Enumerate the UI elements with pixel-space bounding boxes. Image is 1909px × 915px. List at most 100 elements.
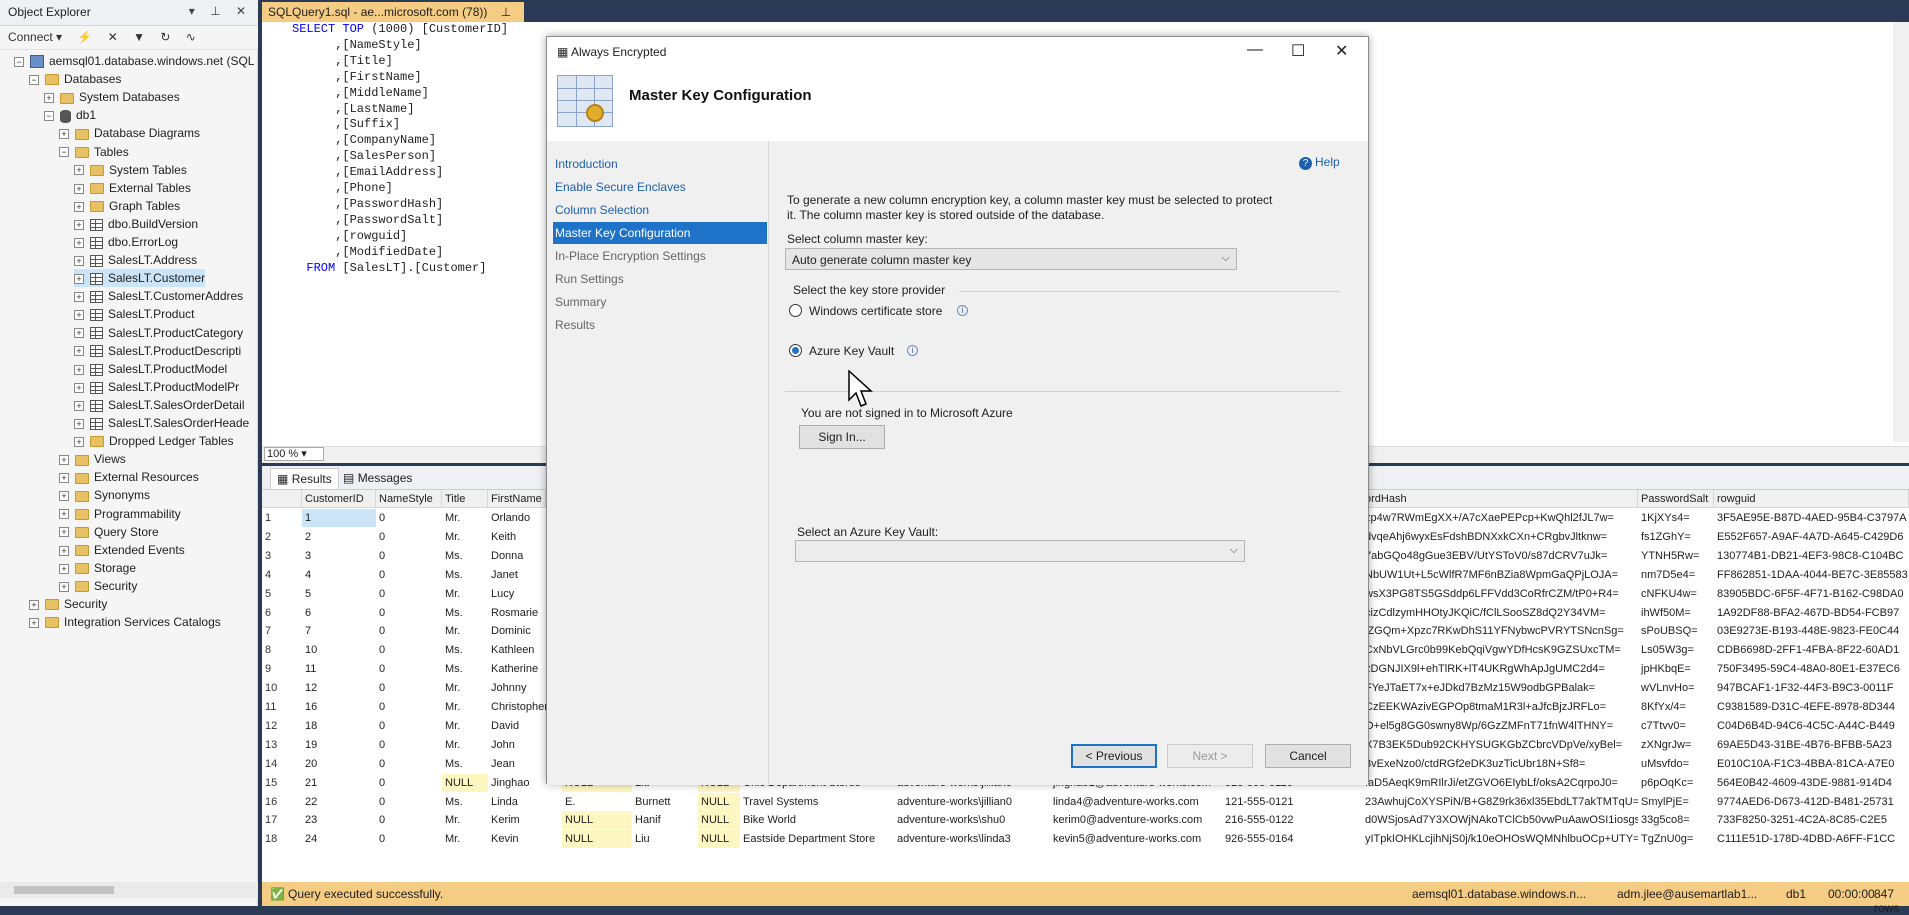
disconnect-icon[interactable]: ✕ xyxy=(108,30,118,44)
grid-cell[interactable]: 0 xyxy=(376,547,442,565)
grid-cell[interactable]: adventure-works\shu0 xyxy=(894,811,1050,829)
grid-cell[interactable]: CzEEKWAzivEGPOp8tmaM1R3l+aJfcBjzJRFLo= xyxy=(1362,698,1638,716)
grid-cell[interactable]: 20 xyxy=(302,755,376,773)
grid-cell[interactable]: 6 xyxy=(302,604,376,622)
grid-cell[interactable]: Travel Systems xyxy=(740,793,894,811)
grid-cell[interactable]: zDGNJIX9l+ehTlRK+lT4UKRgWhApJgUMC2d4= xyxy=(1362,660,1638,678)
info-icon[interactable]: i xyxy=(957,305,968,316)
grid-cell[interactable]: Mr. xyxy=(442,622,488,640)
tree-item[interactable]: + External Tables xyxy=(74,179,191,197)
azure-key-vault-select[interactable]: ⌵ xyxy=(795,540,1245,562)
row-number[interactable]: 5 xyxy=(262,584,302,603)
grid-cell[interactable]: dvqeAhj6wyxEsFdshBDNXxkCXn+CRgbvJltknw= xyxy=(1362,528,1638,546)
grid-cell[interactable]: wVLnvHo= xyxy=(1638,679,1714,697)
grid-cell[interactable]: Burnett xyxy=(632,793,698,811)
wizard-step-summary[interactable]: Summary xyxy=(553,291,767,313)
grid-cell[interactable]: 3vExeNzo0/ctdRGf2eDK3uzTicUbr18N+Sf8= xyxy=(1362,755,1638,773)
grid-cell[interactable]: Linda xyxy=(488,793,562,811)
grid-cell[interactable]: 130774B1-DB21-4EF3-98C8-C104BC xyxy=(1714,547,1909,565)
grid-cell[interactable]: 0 xyxy=(376,736,442,754)
column-header[interactable]: NameStyle xyxy=(376,490,442,508)
grid-cell[interactable]: Johnny xyxy=(488,679,546,697)
grid-cell[interactable]: 733F8250-3251-4C2A-8C85-C2E5 xyxy=(1714,811,1909,829)
grid-cell[interactable]: 0 xyxy=(376,679,442,697)
grid-cell[interactable]: 750F3495-59C4-48A0-80E1-E37EC6 xyxy=(1714,660,1909,678)
grid-cell[interactable]: Liu xyxy=(632,830,698,848)
row-number[interactable]: 1 xyxy=(262,509,302,527)
grid-cell[interactable]: FF862851-1DAA-4044-BE7C-3E85583 xyxy=(1714,566,1909,584)
grid-cell[interactable]: E010C10A-F1C3-4BBA-81CA-A7E0 xyxy=(1714,755,1909,773)
tree-item[interactable]: + SalesLT.Customer xyxy=(74,269,206,288)
editor-scrollbar[interactable] xyxy=(1893,22,1909,442)
minimize-icon[interactable]: — xyxy=(1247,41,1263,59)
collapse-icon[interactable]: − xyxy=(44,111,54,122)
row-number[interactable]: 6 xyxy=(262,603,302,622)
grid-cell[interactable]: Jean xyxy=(488,755,546,773)
collapse-icon[interactable]: − xyxy=(14,56,24,67)
grid-cell[interactable]: 0 xyxy=(376,566,442,584)
grid-cell[interactable]: CDB6698D-2FF1-4FBA-8F22-60AD1 xyxy=(1714,641,1909,659)
grid-cell[interactable]: 121-555-0121 xyxy=(1222,793,1362,811)
tree-item[interactable]: + System Tables xyxy=(74,161,187,179)
grid-cell[interactable]: Bike World xyxy=(740,811,894,829)
tree-item[interactable]: + Programmability xyxy=(59,505,181,523)
grid-cell[interactable]: 0 xyxy=(376,585,442,603)
info-icon[interactable]: i xyxy=(907,345,918,356)
grid-cell[interactable]: fs1ZGhY= xyxy=(1638,528,1714,546)
grid-cell[interactable]: Donna xyxy=(488,547,546,565)
wizard-step-enable-secure-enclaves[interactable]: Enable Secure Enclaves xyxy=(553,176,767,198)
row-number[interactable]: 12 xyxy=(262,716,302,735)
grid-cell[interactable]: 947BCAF1-1F32-44F3-B9C3-0011F xyxy=(1714,679,1909,697)
expand-icon[interactable]: + xyxy=(59,129,69,140)
grid-cell[interactable]: 3F5AE95E-B87D-4AED-95B4-C3797A xyxy=(1714,509,1909,527)
wizard-step-results[interactable]: Results xyxy=(553,314,767,336)
tree-item[interactable]: + Synonyms xyxy=(59,486,150,504)
grid-cell[interactable]: 11 xyxy=(302,660,376,678)
grid-cell[interactable]: 0 xyxy=(376,604,442,622)
grid-cell[interactable]: Janet xyxy=(488,566,546,584)
tree-item[interactable]: + SalesLT.ProductCategory xyxy=(74,324,243,342)
row-number[interactable]: 9 xyxy=(262,660,302,679)
grid-cell[interactable]: CxNbVLGrc0b99KebQqiVgwYDfHcsK9GZSUxcTM= xyxy=(1362,641,1638,659)
grid-cell[interactable]: nm7D5e4= xyxy=(1638,566,1714,584)
grid-cell[interactable]: E552F657-A9AF-4A7D-A645-C429D6 xyxy=(1714,528,1909,546)
grid-cell[interactable]: jpHKbqE= xyxy=(1638,660,1714,678)
expand-icon[interactable]: + xyxy=(29,617,39,628)
row-number[interactable]: 8 xyxy=(262,641,302,660)
grid-cell[interactable]: 7 xyxy=(302,622,376,640)
expand-icon[interactable]: + xyxy=(59,545,69,556)
tree-item[interactable]: + SalesLT.ProductModelPr xyxy=(74,378,239,396)
expand-icon[interactable]: + xyxy=(74,165,84,176)
close-icon[interactable]: ✕ xyxy=(1335,41,1348,61)
grid-cell[interactable]: Dominic xyxy=(488,622,546,640)
grid-cell[interactable]: cNFKU4w= xyxy=(1638,585,1714,603)
grid-cell[interactable]: 9774AED6-D673-412D-B481-25731 xyxy=(1714,793,1909,811)
row-number[interactable]: 7 xyxy=(262,622,302,641)
tree-item[interactable]: + Integration Services Catalogs xyxy=(29,613,221,631)
grid-cell[interactable]: 0 xyxy=(376,793,442,811)
expand-icon[interactable]: + xyxy=(59,491,69,502)
sign-in-button[interactable]: Sign In... xyxy=(799,425,885,449)
grid-cell[interactable]: zp4w7RWmEgXX+/A7cXaePEPcp+KwQhl2fJL7w= xyxy=(1362,509,1638,527)
grid-cell[interactable]: 03E9273E-B193-448E-9823-FE0C44 xyxy=(1714,622,1909,640)
grid-cell[interactable]: 0 xyxy=(376,660,442,678)
grid-cell[interactable]: Hanif xyxy=(632,811,698,829)
tree-item[interactable]: + Query Store xyxy=(59,523,159,541)
grid-cell[interactable]: Mr. xyxy=(442,736,488,754)
grid-cell[interactable]: 7abGQo48gGue3EBV/UtYSToV0/s87dCRV7uJk= xyxy=(1362,547,1638,565)
sql-code[interactable]: SELECT TOP (1000) [CustomerID] ,[NameSty… xyxy=(292,22,508,277)
row-number[interactable]: 15 xyxy=(262,773,302,792)
grid-cell[interactable]: Ms. xyxy=(442,566,488,584)
grid-cell[interactable]: Mr. xyxy=(442,528,488,546)
grid-cell[interactable]: p6pOqKc= xyxy=(1638,774,1714,792)
wizard-step-introduction[interactable]: Introduction xyxy=(553,153,767,175)
expand-icon[interactable]: + xyxy=(74,310,84,321)
grid-cell[interactable]: Eastside Department Store xyxy=(740,830,894,848)
grid-cell[interactable]: E. xyxy=(562,793,632,811)
grid-cell[interactable]: Ms. xyxy=(442,547,488,565)
collapse-icon[interactable]: − xyxy=(59,147,69,158)
column-header[interactable]: FirstName xyxy=(488,490,546,508)
grid-cell[interactable]: 1KjXYs4= xyxy=(1638,509,1714,527)
column-header[interactable]: PasswordSalt xyxy=(1638,490,1714,508)
grid-cell[interactable]: NULL xyxy=(698,811,740,830)
